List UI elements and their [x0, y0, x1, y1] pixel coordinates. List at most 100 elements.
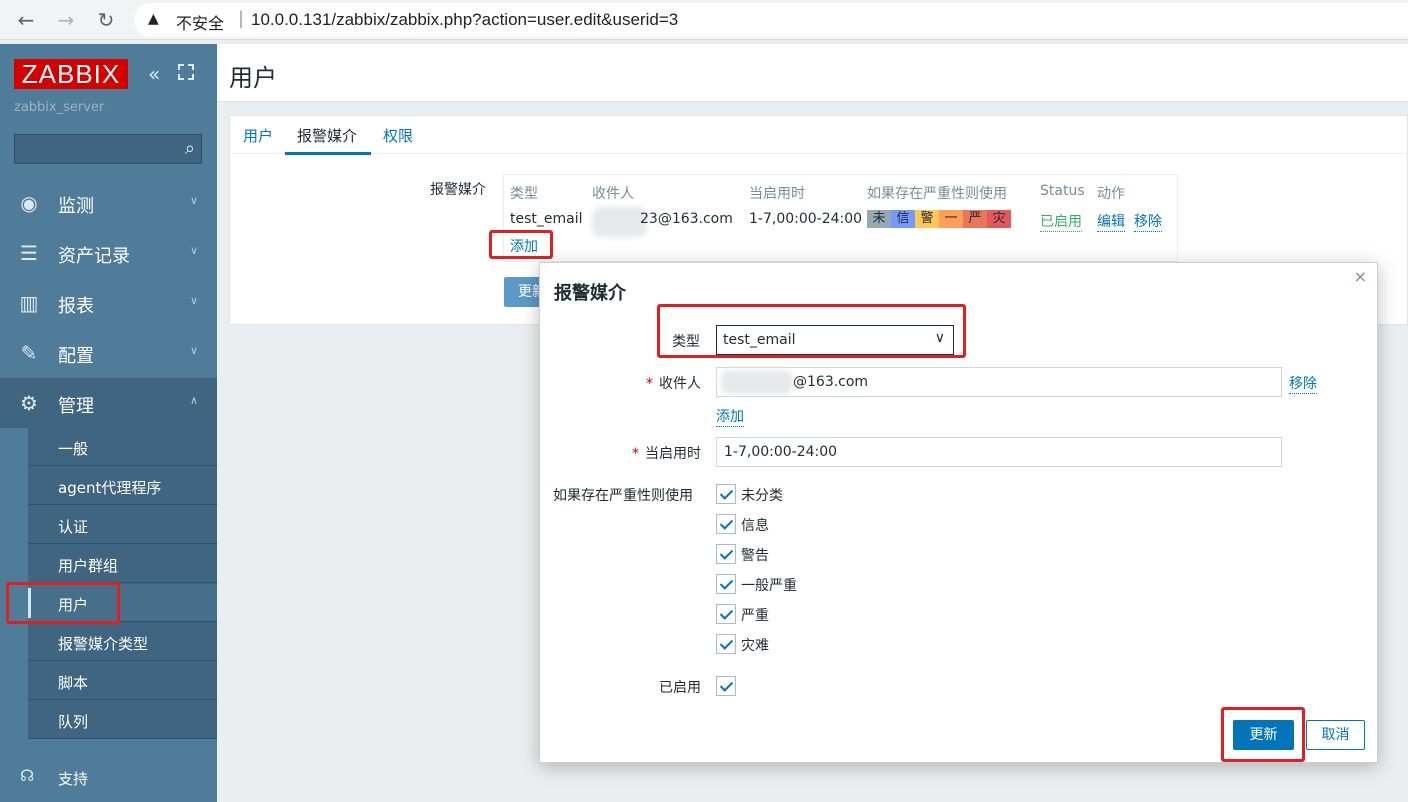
back-icon[interactable]: ← — [14, 8, 38, 32]
severity-checkbox-high[interactable] — [716, 604, 736, 624]
add-recipient-link[interactable]: 添加 — [716, 406, 744, 427]
severity-option-label: 警告 — [741, 548, 769, 564]
severity-option-label: 灾难 — [741, 638, 769, 654]
submenu-label: 一般 — [58, 440, 89, 458]
redacted-recipient — [592, 207, 647, 237]
menu-label: 报表 — [58, 296, 94, 317]
when-active-input[interactable]: 1-7,00:00-24:00 — [716, 437, 1282, 467]
menu-item-configuration[interactable]: ✎ 配置 ∨ — [0, 328, 217, 378]
menu-item-monitoring[interactable]: ◉ 监测 ∨ — [0, 178, 217, 228]
support-label: 支持 — [58, 770, 89, 788]
when-active-value: 1-7,00:00-24:00 — [724, 444, 838, 460]
menu-item-reports[interactable]: ▥ 报表 ∨ — [0, 278, 217, 328]
remove-link[interactable]: 移除 — [1134, 211, 1162, 232]
severity-checkbox-not-classified[interactable] — [716, 484, 736, 504]
severity-option-label: 信息 — [741, 518, 769, 534]
menu-label: 管理 — [58, 396, 94, 417]
submenu-item-queue[interactable]: 队列 — [28, 701, 217, 739]
media-table: 类型 收件人 当启用时 如果存在严重性则使用 Status 动作 test_em… — [503, 174, 1178, 262]
submenu-label: 报警媒介类型 — [58, 635, 149, 653]
send-to-input[interactable]: @163.com — [716, 367, 1282, 397]
wrench-icon: ✎ — [20, 341, 38, 365]
menu-item-administration[interactable]: ⚙ 管理 ∧ — [0, 378, 217, 428]
menu-label: 配置 — [58, 346, 94, 367]
highlight-add-link — [489, 230, 553, 259]
column-header: 当启用时 — [749, 186, 805, 202]
zabbix-logo[interactable]: ZABBIX — [14, 59, 128, 89]
edit-link[interactable]: 编辑 — [1097, 211, 1125, 232]
severity-badge: 一 — [939, 210, 963, 228]
page-title: 用户 — [229, 64, 277, 92]
severity-option-label: 严重 — [741, 608, 769, 624]
browser-toolbar: ← → ↻ ▲ 不安全 | 10.0.0.131/zabbix/zabbix.p… — [0, 0, 1408, 40]
severity-checkbox-average[interactable] — [716, 574, 736, 594]
submenu-label: 认证 — [58, 518, 89, 536]
url-separator: | — [238, 8, 245, 29]
remove-recipient-link[interactable]: 移除 — [1289, 373, 1317, 394]
close-icon[interactable]: × — [1354, 267, 1367, 286]
enabled-label: 已启用 — [659, 680, 701, 696]
severity-label: 如果存在严重性则使用 — [553, 488, 693, 504]
recipient-cell: 23@163.com — [640, 211, 733, 227]
send-to-value: @163.com — [793, 374, 869, 390]
enabled-checkbox[interactable] — [716, 676, 736, 696]
submenu-item-general[interactable]: 一般 — [28, 428, 217, 466]
dialog-title: 报警媒介 — [554, 283, 626, 304]
chevron-up-icon: ∧ — [190, 394, 199, 407]
redacted-email — [721, 370, 793, 394]
column-header: Status — [1040, 183, 1085, 199]
menu-item-support[interactable]: ☊ 支持 — [0, 756, 217, 802]
chevron-down-icon: ∨ — [190, 344, 199, 357]
search-icon[interactable]: ⌕ — [185, 138, 195, 159]
chevron-down-icon: ∨ — [190, 244, 199, 257]
submenu-label: 队列 — [58, 713, 89, 731]
when-active-cell: 1-7,00:00-24:00 — [749, 211, 863, 227]
severity-checkbox-disaster[interactable] — [716, 634, 736, 654]
dialog-cancel-button[interactable]: 取消 — [1306, 720, 1365, 750]
collapse-sidebar-icon[interactable]: « — [148, 62, 160, 86]
chevron-down-icon: ∨ — [190, 294, 199, 307]
status-enabled-link[interactable]: 已启用 — [1040, 211, 1082, 232]
url-text[interactable]: 10.0.0.131/zabbix/zabbix.php?action=user… — [251, 10, 678, 30]
menu-item-inventory[interactable]: ☰ 资产记录 ∨ — [0, 228, 217, 278]
forward-icon[interactable]: → — [54, 8, 78, 32]
active-tab-indicator — [285, 152, 371, 155]
submenu-item-authentication[interactable]: 认证 — [28, 506, 217, 544]
tab-user[interactable]: 用户 — [243, 125, 273, 146]
column-header: 收件人 — [592, 186, 634, 202]
reload-icon[interactable]: ↻ — [94, 8, 118, 32]
menu-label: 监测 — [58, 196, 94, 217]
send-to-label: * 收件人 — [646, 376, 701, 392]
severity-option-label: 未分类 — [741, 488, 783, 504]
submenu-item-proxies[interactable]: agent代理程序 — [28, 467, 217, 505]
sidebar: ZABBIX « zabbix_server ⌕ ◉ 监测 ∨ ☰ 资产记录 ∨… — [0, 44, 217, 802]
severity-badge: 未 — [867, 210, 891, 228]
severity-option-label: 一般严重 — [741, 578, 797, 594]
tab-media[interactable]: 报警媒介 — [297, 125, 357, 146]
eye-icon: ◉ — [20, 191, 38, 215]
page-header: 用户 — [217, 44, 1408, 102]
submenu-item-scripts[interactable]: 脚本 — [28, 662, 217, 700]
column-header: 动作 — [1097, 186, 1125, 202]
list-icon: ☰ — [20, 241, 38, 265]
when-active-label: * 当启用时 — [632, 446, 701, 462]
highlight-update-button — [1221, 707, 1305, 762]
submenu-label: 脚本 — [58, 674, 89, 692]
media-label: 报警媒介 — [430, 182, 486, 198]
severity-checkbox-information[interactable] — [716, 514, 736, 534]
severity-badge: 严 — [963, 210, 987, 228]
insecure-label: 不安全 — [176, 14, 225, 33]
column-header: 类型 — [510, 186, 538, 202]
menu-label: 资产记录 — [58, 246, 130, 267]
gear-icon: ⚙ — [20, 391, 38, 415]
submenu-item-user-groups[interactable]: 用户群组 — [28, 545, 217, 583]
highlight-users-menu — [6, 582, 120, 624]
tab-permissions[interactable]: 权限 — [383, 125, 413, 146]
submenu-item-media-types[interactable]: 报警媒介类型 — [28, 623, 217, 661]
severity-badge: 信 — [891, 210, 915, 228]
severity-checkbox-warning[interactable] — [716, 544, 736, 564]
sidebar-search-input[interactable]: ⌕ — [14, 134, 202, 164]
address-bar[interactable]: ▲ 不安全 | 10.0.0.131/zabbix/zabbix.php?act… — [134, 3, 1408, 37]
submenu-label: agent代理程序 — [58, 479, 162, 497]
kiosk-mode-icon[interactable] — [178, 64, 194, 80]
